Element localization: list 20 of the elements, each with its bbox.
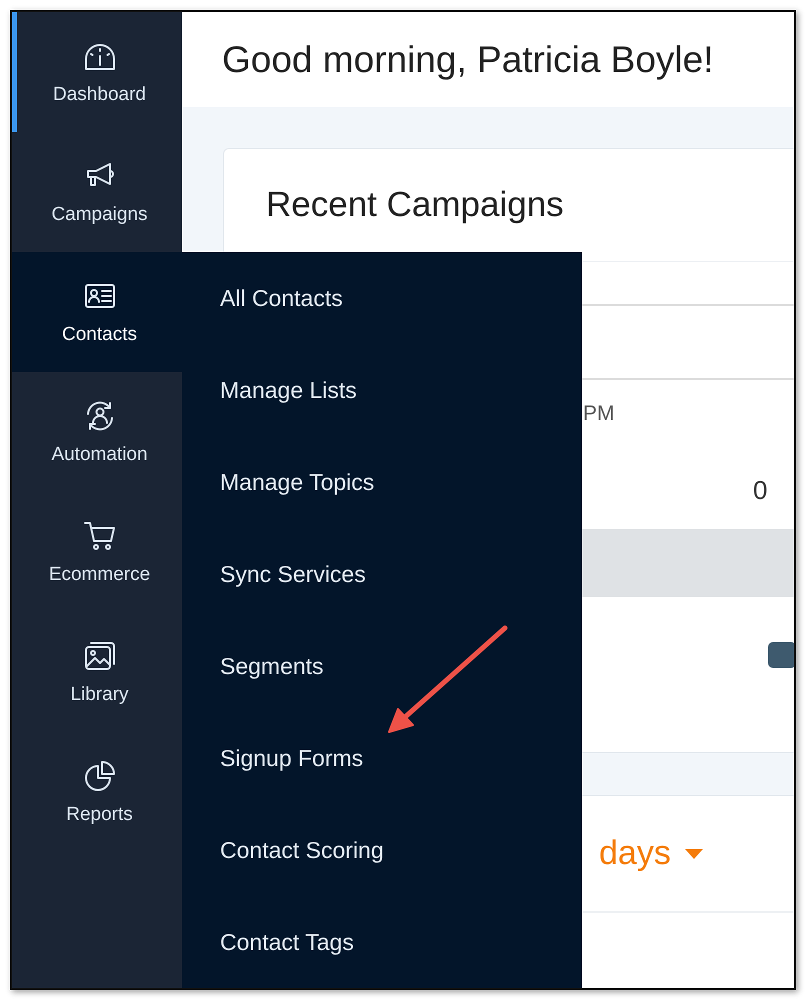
menu-item[interactable]: Manage Lists [182, 344, 582, 436]
menu-item[interactable]: Contact Scoring [182, 804, 582, 896]
caret-icon[interactable] [684, 848, 703, 858]
menu-item[interactable]: Contact Tags [182, 896, 582, 988]
status-square [768, 642, 794, 668]
count-text: 0 [753, 475, 768, 506]
sidebar-item[interactable]: Contacts [12, 252, 182, 372]
sidebar-item[interactable]: Reports [12, 732, 182, 852]
menu-item[interactable]: Signup Forms [182, 712, 582, 804]
time-text: PM [583, 402, 614, 426]
menu-item[interactable]: Sync Services [182, 528, 582, 620]
card-title: Recent Campaigns [266, 185, 564, 225]
greeting-title: Good morning, Patricia Boyle! [222, 38, 714, 80]
menu-item[interactable]: Manage Topics [182, 436, 582, 528]
menu-item[interactable]: Segments [182, 620, 582, 712]
sidebar-item[interactable]: Library [12, 612, 182, 732]
sidebar-item[interactable]: Ecommerce [12, 492, 182, 612]
sidebar-item[interactable]: Campaigns [12, 132, 182, 252]
menu-item[interactable]: All Contacts [182, 252, 582, 344]
sidebar-item[interactable]: Automation [12, 372, 182, 492]
